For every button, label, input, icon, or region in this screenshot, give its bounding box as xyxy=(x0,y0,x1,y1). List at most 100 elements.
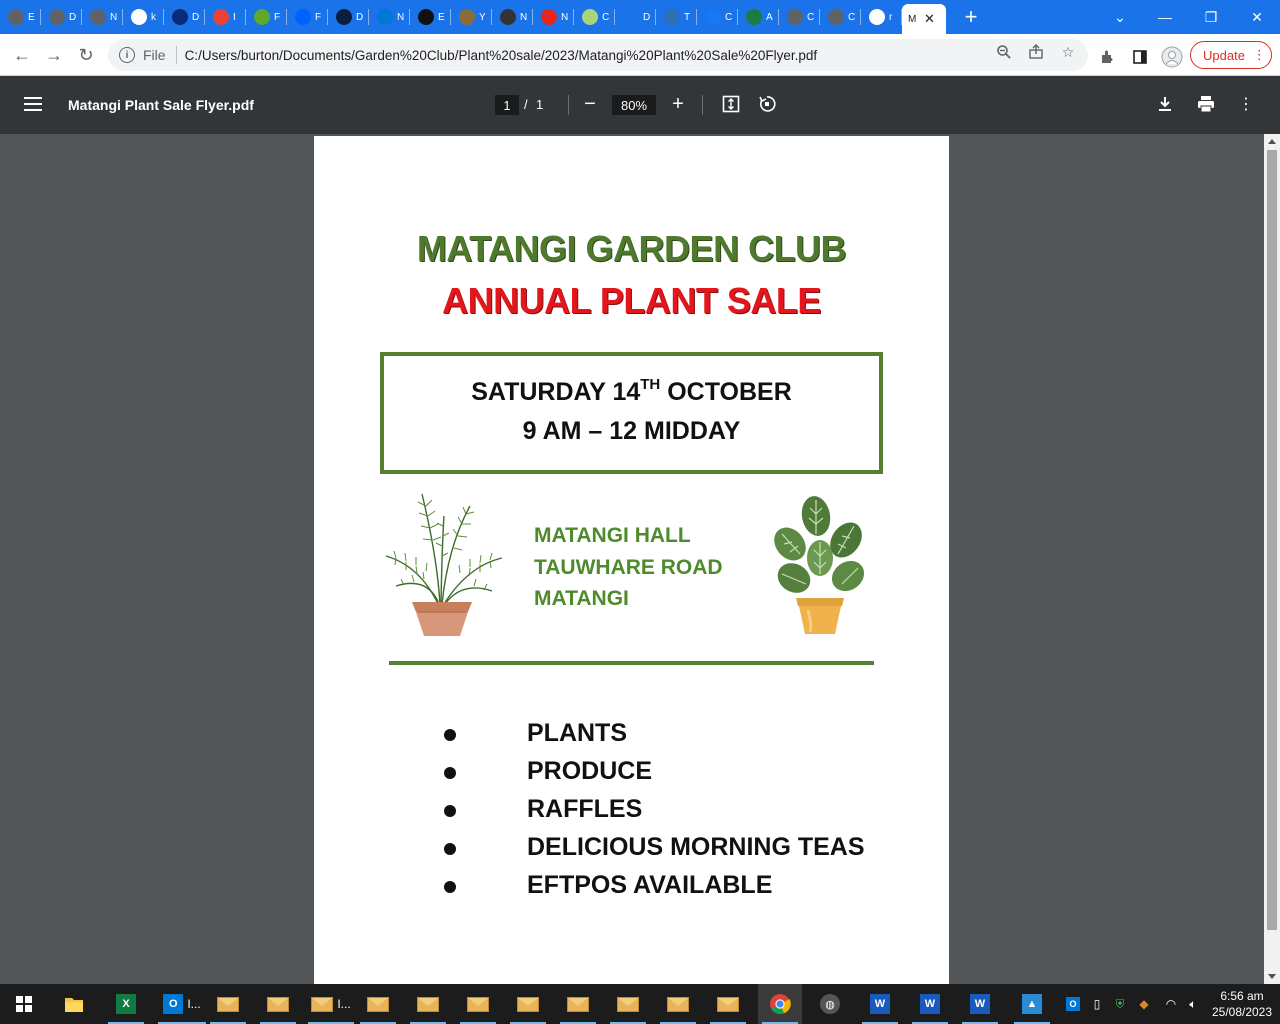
zoom-in-button[interactable]: + xyxy=(666,92,690,116)
tab[interactable]: N xyxy=(82,0,123,34)
tab[interactable]: D xyxy=(328,0,369,34)
start-button[interactable] xyxy=(2,984,46,1024)
word-icon: W xyxy=(870,994,890,1014)
scroll-up-icon[interactable] xyxy=(1268,139,1276,144)
side-panel-icon[interactable] xyxy=(1129,46,1151,68)
mail-icon xyxy=(417,996,439,1012)
wifi-icon[interactable]: ◠ xyxy=(1163,996,1179,1012)
tray-outlook-icon[interactable]: O xyxy=(1065,996,1081,1012)
scroll-thumb[interactable] xyxy=(1267,150,1277,930)
close-window-button[interactable]: ✕ xyxy=(1234,0,1280,34)
volume-icon[interactable]: 🔈︎ xyxy=(1185,996,1201,1012)
tab[interactable]: Y xyxy=(451,0,492,34)
tray-app-icon[interactable]: ◆ xyxy=(1136,996,1152,1012)
taskbar-word-3[interactable]: W xyxy=(958,984,1002,1024)
update-button[interactable]: Update ⋮ xyxy=(1190,41,1272,69)
word-icon: W xyxy=(920,994,940,1014)
tab[interactable]: F xyxy=(287,0,328,34)
tab[interactable]: N xyxy=(369,0,410,34)
taskbar-photos[interactable]: ▲ xyxy=(1010,984,1054,1024)
forward-button[interactable]: → xyxy=(38,39,70,71)
zoom-icon[interactable] xyxy=(995,43,1013,61)
google-icon xyxy=(131,9,147,25)
close-tab-icon[interactable]: ✕ xyxy=(924,11,935,27)
feature-item: EFTPOS AVAILABLE xyxy=(527,871,773,899)
tab[interactable]: D xyxy=(615,0,656,34)
tab[interactable]: k xyxy=(123,0,164,34)
date-box: SATURDAY 14TH OCTOBER 9 AM – 12 MIDDAY xyxy=(380,352,883,474)
print-icon[interactable] xyxy=(1195,93,1217,115)
taskbar-mail-3[interactable]: I... xyxy=(304,984,358,1024)
download-icon[interactable] xyxy=(1154,93,1176,115)
taskbar-mail-7[interactable] xyxy=(506,984,550,1024)
tab[interactable]: E xyxy=(0,0,41,34)
taskbar-mail-6[interactable] xyxy=(456,984,500,1024)
share-icon[interactable] xyxy=(1027,43,1045,61)
tab-label: T xyxy=(684,11,691,23)
google-icon xyxy=(869,9,885,25)
taskbar-outlook[interactable]: O I... xyxy=(154,984,210,1024)
taskbar-mail-4[interactable] xyxy=(356,984,400,1024)
taskbar-mail-8[interactable] xyxy=(556,984,600,1024)
info-icon[interactable]: i xyxy=(119,47,135,63)
tray-usb-icon[interactable]: ▯ xyxy=(1089,996,1105,1012)
taskbar-excel[interactable]: X xyxy=(104,984,148,1024)
taskbar-mail-10[interactable] xyxy=(656,984,700,1024)
tab[interactable]: D xyxy=(41,0,82,34)
taskbar-mail-1[interactable] xyxy=(206,984,250,1024)
tab[interactable]: D xyxy=(164,0,205,34)
pdf-viewport[interactable]: MATANGI GARDEN CLUB ANNUAL PLANT SALE SA… xyxy=(0,134,1264,984)
taskbar-chrome[interactable] xyxy=(758,984,802,1024)
taskbar-mail-5[interactable] xyxy=(406,984,450,1024)
vertical-scrollbar[interactable] xyxy=(1264,134,1280,984)
tab-search-button[interactable]: ⌄ xyxy=(1097,0,1143,34)
bookmark-star-icon[interactable]: ☆ xyxy=(1059,43,1077,61)
tab[interactable]: C xyxy=(820,0,861,34)
tab[interactable]: C xyxy=(697,0,738,34)
address-bar[interactable]: i File C:/Users/burton/Documents/Garden%… xyxy=(108,39,1088,71)
rotate-icon[interactable] xyxy=(756,93,778,115)
tray-security-icon[interactable]: ⛨ xyxy=(1112,996,1128,1012)
tab[interactable]: F xyxy=(246,0,287,34)
tab[interactable]: T xyxy=(656,0,697,34)
taskbar-clock[interactable]: 6:56 am 25/08/2023 xyxy=(1206,988,1278,1020)
tab[interactable]: C xyxy=(779,0,820,34)
profile-avatar[interactable] xyxy=(1161,46,1183,68)
back-button[interactable]: ← xyxy=(6,39,38,71)
tab[interactable]: E xyxy=(410,0,451,34)
tab-active[interactable]: M ✕ xyxy=(902,4,946,34)
tab[interactable]: r xyxy=(861,0,902,34)
pdf-title: Matangi Plant Sale Flyer.pdf xyxy=(68,97,254,113)
extensions-icon[interactable] xyxy=(1097,46,1119,68)
taskbar-mail-9[interactable] xyxy=(606,984,650,1024)
location-line-3: MATANGI xyxy=(534,587,629,610)
menu-icon[interactable] xyxy=(24,97,42,111)
taskbar-mail-11[interactable] xyxy=(706,984,750,1024)
tab[interactable]: A xyxy=(738,0,779,34)
tab-label: E xyxy=(28,11,35,23)
reload-button[interactable]: ↻ xyxy=(70,39,102,71)
tab-strip: E D Nk D I F F D N E Y N N C D T C A C Cr M ✕ + ⌄ — ❐ ✕ xyxy=(0,0,1280,34)
scroll-down-icon[interactable] xyxy=(1268,974,1276,979)
taskbar-word-2[interactable]: W xyxy=(908,984,952,1024)
taskbar-file-explorer[interactable] xyxy=(52,984,96,1024)
minimize-button[interactable]: — xyxy=(1142,0,1188,34)
tab[interactable]: N xyxy=(533,0,574,34)
taskbar-mail-2[interactable] xyxy=(256,984,300,1024)
zoom-out-button[interactable]: − xyxy=(578,92,602,116)
tab[interactable]: C xyxy=(574,0,615,34)
photos-icon: ▲ xyxy=(1022,994,1042,1014)
fit-page-icon[interactable] xyxy=(720,93,742,115)
taskbar-globe-app[interactable]: ◍ xyxy=(808,984,852,1024)
tab[interactable]: I xyxy=(205,0,246,34)
taskbar-word-1[interactable]: W xyxy=(858,984,902,1024)
mail-icon xyxy=(500,9,516,25)
restore-button[interactable]: ❐ xyxy=(1188,0,1234,34)
zoom-input[interactable]: 80% xyxy=(612,95,656,115)
page-number-input[interactable]: 1 xyxy=(495,95,519,115)
tab[interactable]: N xyxy=(492,0,533,34)
tab-label: I xyxy=(233,11,236,23)
mail-icon xyxy=(367,996,389,1012)
new-tab-button[interactable]: + xyxy=(954,0,988,34)
more-vert-icon[interactable]: ⋮ xyxy=(1235,93,1257,115)
